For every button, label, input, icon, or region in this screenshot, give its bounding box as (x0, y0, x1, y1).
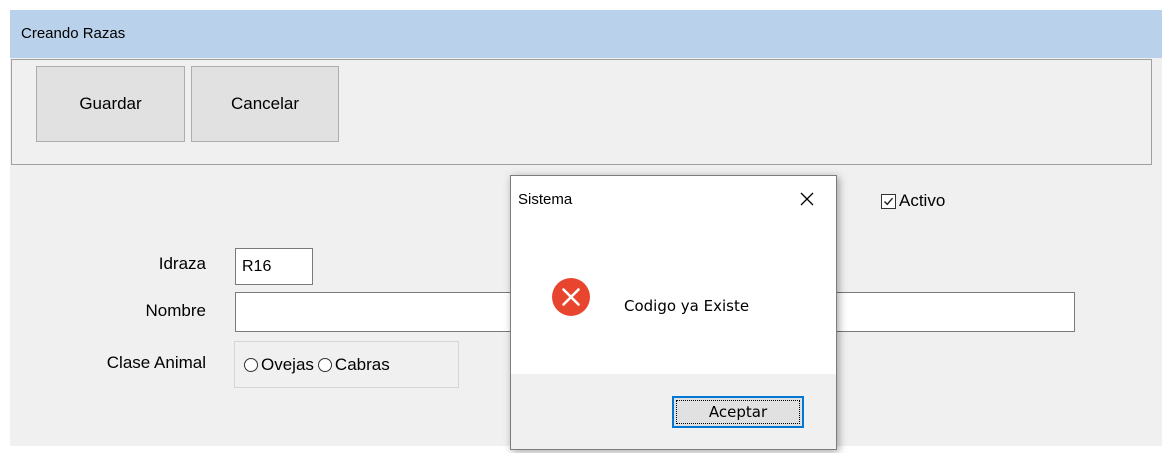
check-icon (884, 197, 894, 205)
ok-button[interactable]: Aceptar (672, 396, 804, 428)
radio-button-cabras[interactable] (317, 357, 332, 372)
dialog-message: Codigo ya Existe (624, 297, 750, 315)
main-window: Creando Razas Guardar Cancelar Activo Id… (10, 10, 1162, 450)
cancel-button[interactable]: Cancelar (191, 66, 339, 142)
radio-button-ovejas[interactable] (244, 357, 258, 372)
save-button[interactable]: Guardar (36, 66, 185, 142)
dialog-title: Sistema (518, 191, 573, 208)
error-dialog: Sistema Codigo ya Existe Aceptar (510, 175, 837, 450)
dialog-footer: Aceptar (511, 374, 836, 449)
nombre-label: Nombre (145, 301, 206, 320)
radio-label-ovejas: Ovejas (261, 354, 314, 374)
close-icon[interactable] (792, 186, 822, 212)
checkbox-box[interactable] (881, 193, 896, 209)
window-title: Creando Razas (10, 10, 1162, 58)
toolbar: Guardar Cancelar (11, 59, 1152, 165)
radio-ovejas[interactable]: Ovejas (244, 355, 314, 375)
radio-cabras[interactable]: Cabras (317, 354, 390, 375)
error-icon (551, 277, 591, 317)
clase-animal-label: Clase Animal (106, 353, 206, 372)
idraza-label: Idraza (158, 254, 206, 273)
idraza-input[interactable] (235, 248, 313, 285)
active-checkbox-label: Activo (899, 191, 946, 210)
active-checkbox[interactable]: Activo (881, 191, 945, 211)
radio-label-cabras: Cabras (334, 354, 390, 374)
clase-animal-radio-group: Ovejas Cabras (234, 341, 459, 388)
